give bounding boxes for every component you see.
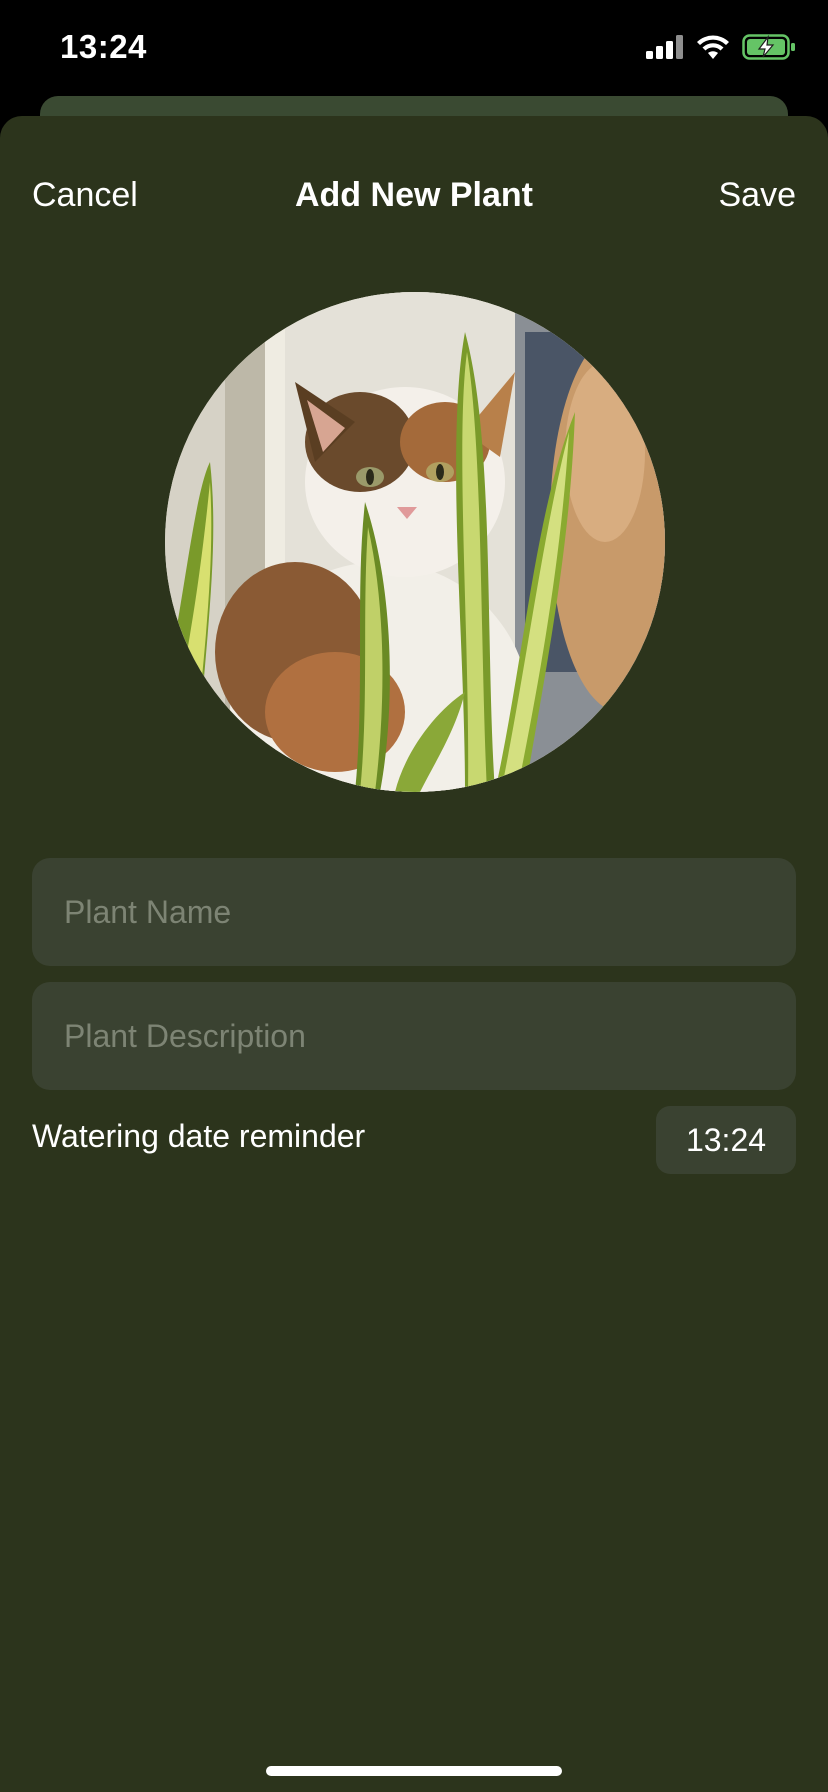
home-indicator[interactable]	[266, 1766, 562, 1776]
cellular-signal-icon	[646, 35, 684, 59]
watering-reminder-label: Watering date reminder	[32, 1118, 366, 1154]
navigation-bar: Cancel Add New Plant Save	[0, 116, 828, 276]
plant-photo[interactable]	[165, 292, 665, 792]
status-icons	[646, 34, 796, 60]
status-time: 13:24	[60, 28, 147, 65]
add-plant-sheet: Cancel Add New Plant Save Plant Name Pla…	[0, 116, 828, 1792]
watering-reminder-row: Watering date reminder 13:24	[32, 1106, 796, 1176]
add-plant-screen: 13:24 Cancel Add New Plant Save Plant Na…	[0, 0, 828, 1792]
status-bar: 13:24	[0, 0, 828, 100]
wifi-icon	[696, 34, 730, 60]
plant-photo-image	[165, 292, 665, 792]
save-button[interactable]: Save	[719, 176, 797, 215]
plant-name-field[interactable]	[32, 858, 796, 966]
reminder-time-picker[interactable]: 13:24	[656, 1106, 796, 1174]
cancel-button[interactable]: Cancel	[32, 176, 138, 215]
battery-charging-icon	[742, 34, 796, 60]
plant-description-field[interactable]	[32, 982, 796, 1090]
